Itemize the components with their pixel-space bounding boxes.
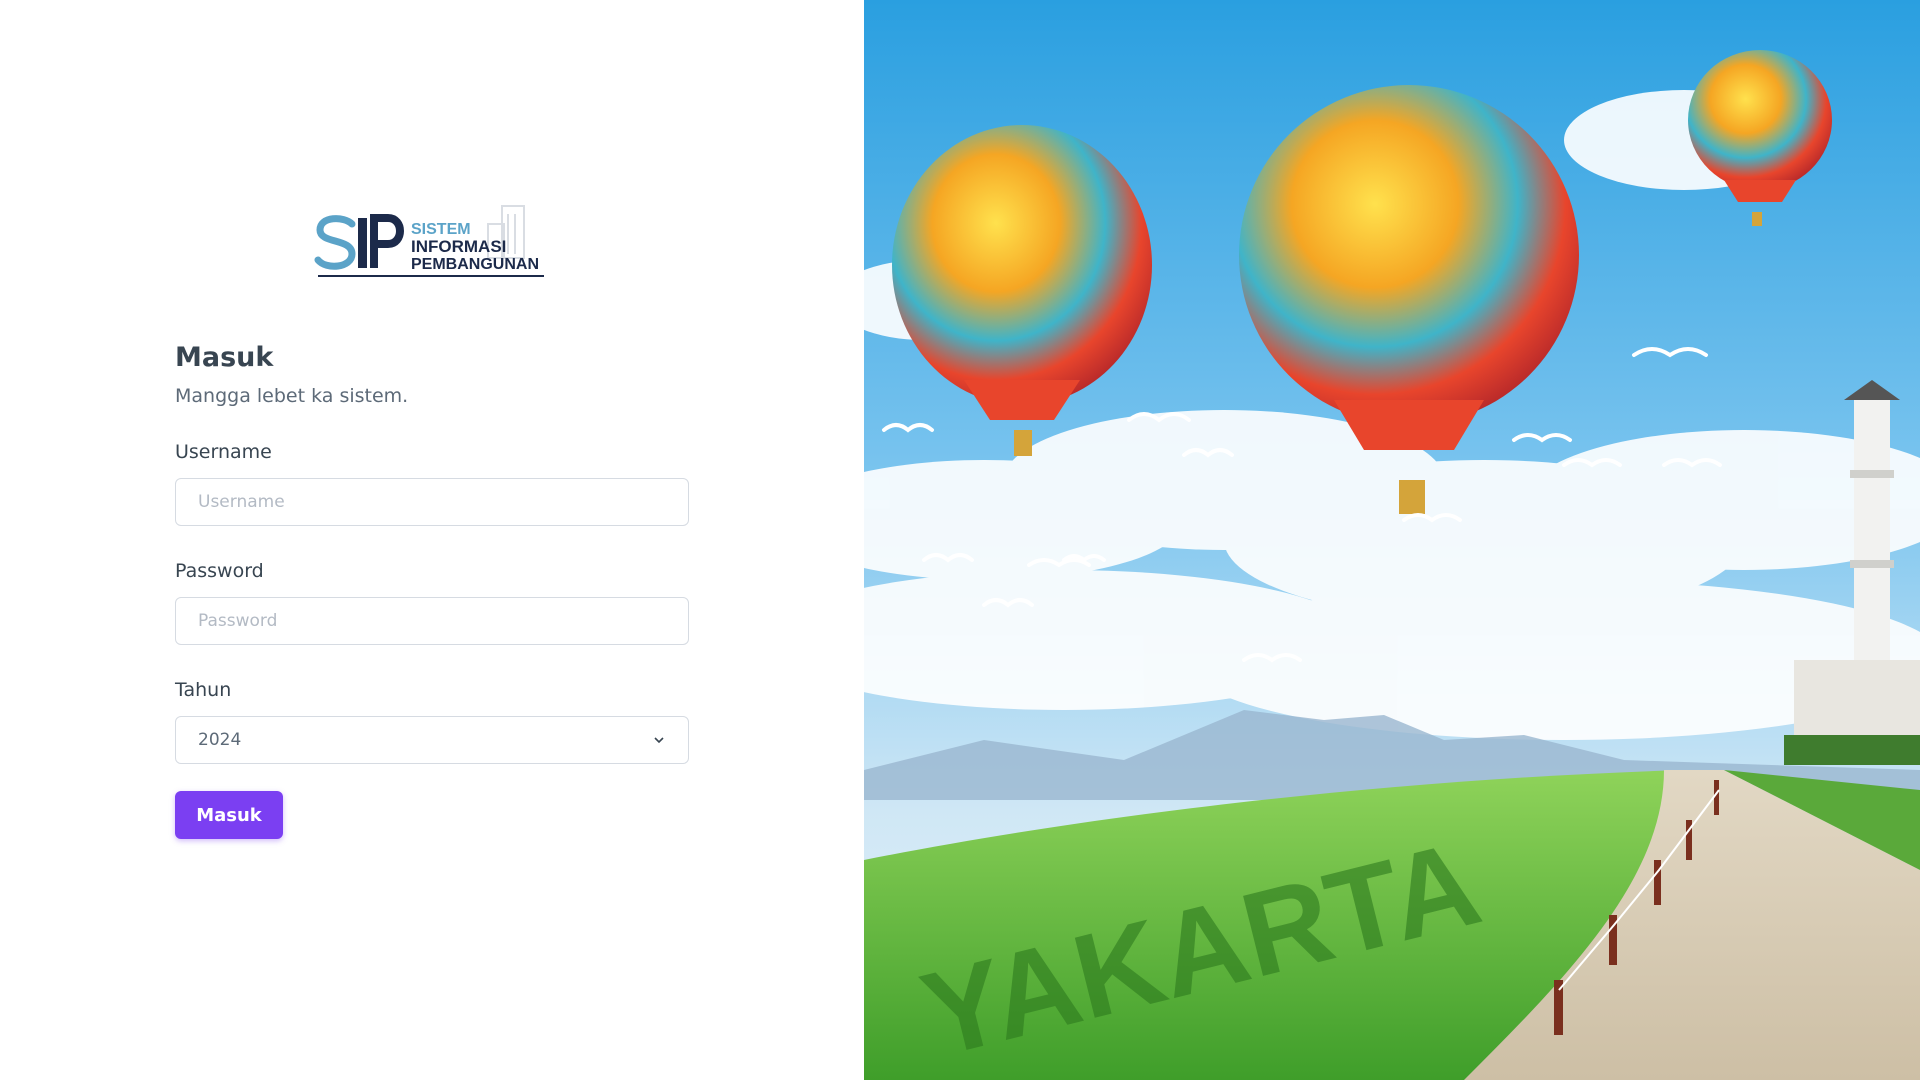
- login-title: Masuk: [175, 342, 274, 373]
- logo-line-informasi: INFORMASI: [411, 237, 506, 256]
- login-subtitle: Mangga lebet ka sistem.: [175, 385, 409, 408]
- login-form: Masuk Mangga lebet ka sistem. Username P…: [175, 340, 689, 840]
- year-label: Tahun: [175, 679, 232, 702]
- year-selected-value: 2024: [198, 730, 242, 751]
- logo-line-sistem: SISTEM: [411, 221, 471, 238]
- username-label: Username: [175, 441, 272, 464]
- password-input[interactable]: [175, 597, 689, 646]
- login-button[interactable]: Masuk: [175, 791, 283, 840]
- hero-image: YAKARTA: [864, 0, 1920, 1080]
- logo-line-pembangunan: PEMBANGUNAN: [411, 256, 539, 273]
- password-label: Password: [175, 560, 264, 583]
- year-select[interactable]: 2024: [175, 716, 689, 765]
- chevron-down-icon: [654, 737, 664, 744]
- sip-logo: SISTEM INFORMASI PEMBANGUNAN: [312, 198, 548, 280]
- username-input[interactable]: [175, 478, 689, 527]
- login-panel: SISTEM INFORMASI PEMBANGUNAN Masuk Mangg…: [0, 0, 864, 1080]
